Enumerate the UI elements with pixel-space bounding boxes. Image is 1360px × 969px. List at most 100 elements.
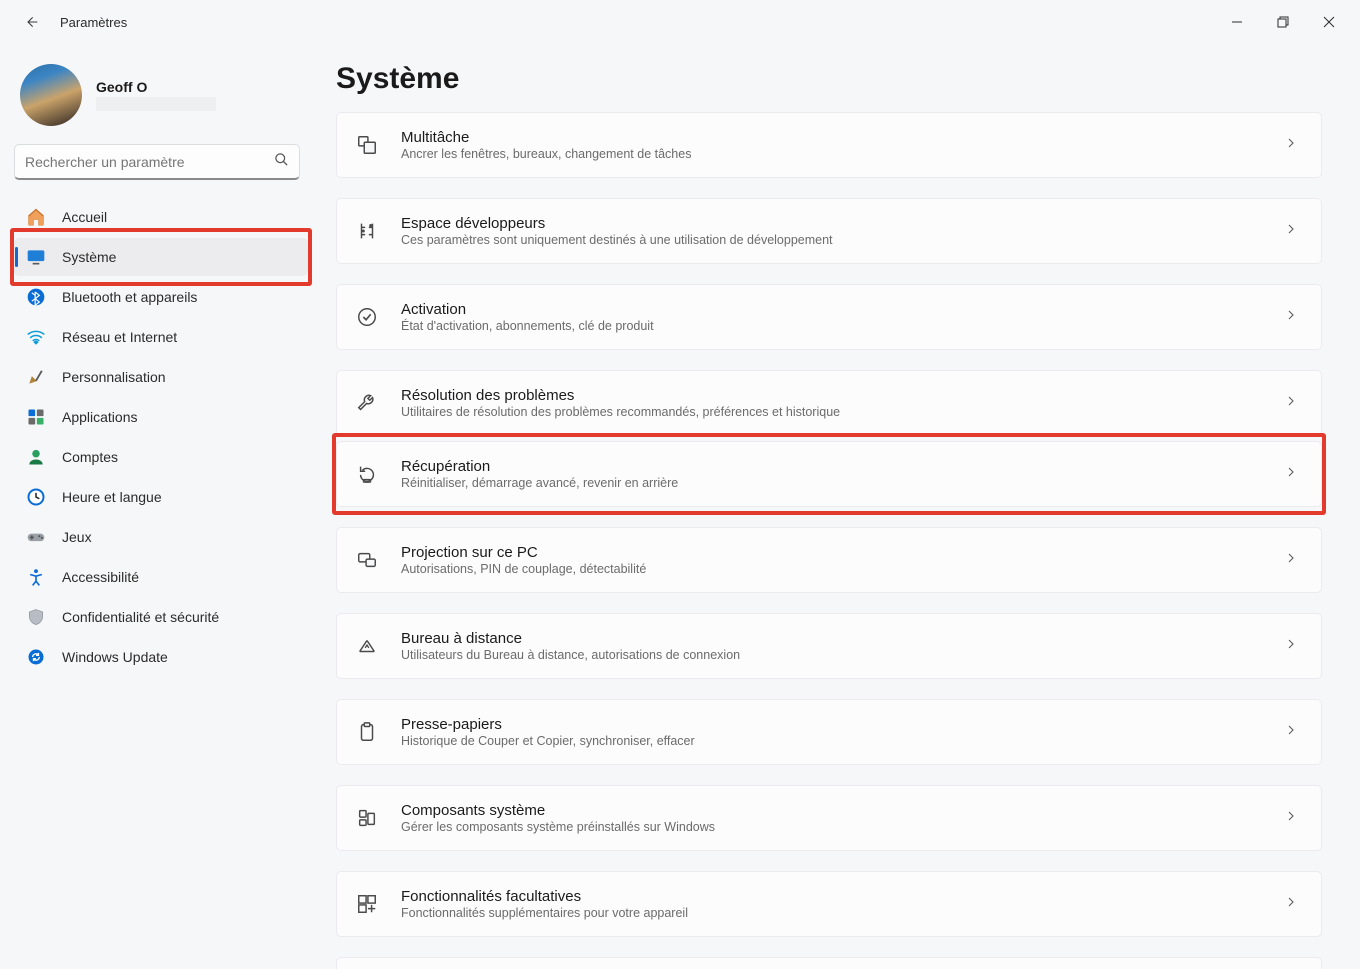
minimize-button[interactable] <box>1214 6 1260 38</box>
sidebar-item-network[interactable]: Réseau et Internet <box>14 318 308 356</box>
settings-item-clipboard[interactable]: Presse-papiers Historique de Couper et C… <box>336 699 1322 765</box>
settings-item-subtitle: Fonctionnalités supplémentaires pour vot… <box>401 906 1261 920</box>
settings-item-title: Projection sur ce PC <box>401 544 1261 561</box>
wifi-icon <box>26 327 46 347</box>
maximize-icon <box>1277 16 1289 28</box>
settings-item-subtitle: Ces paramètres sont uniquement destinés … <box>401 233 1261 247</box>
profile-name: Geoff O <box>96 79 216 95</box>
access-icon <box>26 567 46 587</box>
settings-item-title: Récupération <box>401 458 1261 475</box>
settings-item-trouble[interactable]: Résolution des problèmes Utilitaires de … <box>336 370 1322 436</box>
chevron-right-icon <box>1283 636 1299 657</box>
window-title: Paramètres <box>60 15 127 30</box>
settings-item-components[interactable]: Composants système Gérer les composants … <box>336 785 1322 851</box>
project-icon <box>355 548 379 572</box>
minimize-icon <box>1231 16 1243 28</box>
sidebar-item-system[interactable]: Système <box>14 238 308 276</box>
sidebar-item-apps[interactable]: Applications <box>14 398 308 436</box>
search-icon <box>274 152 289 172</box>
settings-item-subtitle: Utilisateurs du Bureau à distance, autor… <box>401 648 1261 662</box>
monitor-icon <box>26 247 46 267</box>
sidebar: Geoff O Accueil Système Bluetooth et app… <box>0 44 318 969</box>
sidebar-item-label: Système <box>62 249 116 265</box>
sidebar-item-label: Accessibilité <box>62 569 139 585</box>
nav-list: Accueil Système Bluetooth et appareils R… <box>14 198 318 676</box>
clock-icon <box>26 487 46 507</box>
sidebar-item-gaming[interactable]: Jeux <box>14 518 308 556</box>
settings-item-subtitle: Utilitaires de résolution des problèmes … <box>401 405 1261 419</box>
sidebar-item-label: Confidentialité et sécurité <box>62 609 219 625</box>
settings-item-about[interactable]: Informations système Spécifications de l… <box>336 957 1322 969</box>
multitask-icon <box>355 133 379 157</box>
window-controls <box>1214 6 1352 38</box>
maximize-button[interactable] <box>1260 6 1306 38</box>
bluetooth-icon <box>26 287 46 307</box>
titlebar: Paramètres <box>0 0 1360 44</box>
search-field[interactable] <box>25 154 274 170</box>
settings-item-subtitle: État d'activation, abonnements, clé de p… <box>401 319 1261 333</box>
remote-icon <box>355 634 379 658</box>
chevron-right-icon <box>1283 894 1299 915</box>
clipboard-icon <box>355 720 379 744</box>
chevron-right-icon <box>1283 722 1299 743</box>
sidebar-item-label: Jeux <box>62 529 92 545</box>
chevron-right-icon <box>1283 307 1299 328</box>
sidebar-item-privacy[interactable]: Confidentialité et sécurité <box>14 598 308 636</box>
sidebar-item-label: Windows Update <box>62 649 168 665</box>
settings-item-title: Presse-papiers <box>401 716 1261 733</box>
chevron-right-icon <box>1283 464 1299 485</box>
sidebar-item-access[interactable]: Accessibilité <box>14 558 308 596</box>
sidebar-item-label: Heure et langue <box>62 489 162 505</box>
search-input[interactable] <box>14 144 300 180</box>
brush-icon <box>26 367 46 387</box>
home-icon <box>26 207 46 227</box>
profile-block[interactable]: Geoff O <box>14 56 318 144</box>
person-icon <box>26 447 46 467</box>
settings-item-subtitle: Ancrer les fenêtres, bureaux, changement… <box>401 147 1261 161</box>
settings-item-title: Multitâche <box>401 129 1261 146</box>
settings-item-title: Fonctionnalités facultatives <box>401 888 1261 905</box>
chevron-right-icon <box>1283 221 1299 242</box>
update-icon <box>26 647 46 667</box>
settings-item-dev[interactable]: Espace développeurs Ces paramètres sont … <box>336 198 1322 264</box>
dev-icon <box>355 219 379 243</box>
sidebar-item-home[interactable]: Accueil <box>14 198 308 236</box>
settings-item-multitask[interactable]: Multitâche Ancrer les fenêtres, bureaux,… <box>336 112 1322 178</box>
chevron-right-icon <box>1283 550 1299 571</box>
page-title: Système <box>336 62 1322 96</box>
settings-item-project[interactable]: Projection sur ce PC Autorisations, PIN … <box>336 527 1322 593</box>
shield-icon <box>26 607 46 627</box>
sidebar-item-personal[interactable]: Personnalisation <box>14 358 308 396</box>
back-arrow-icon <box>24 14 40 30</box>
recovery-icon <box>355 462 379 486</box>
settings-item-activation[interactable]: Activation État d'activation, abonnement… <box>336 284 1322 350</box>
profile-email <box>96 97 216 111</box>
settings-item-subtitle: Gérer les composants système préinstallé… <box>401 820 1261 834</box>
main-content: Système Multitâche Ancrer les fenêtres, … <box>318 44 1360 969</box>
sidebar-item-bluetooth[interactable]: Bluetooth et appareils <box>14 278 308 316</box>
settings-item-title: Espace développeurs <box>401 215 1261 232</box>
back-button[interactable] <box>22 12 42 32</box>
chevron-right-icon <box>1283 135 1299 156</box>
settings-item-title: Activation <box>401 301 1261 318</box>
sidebar-item-label: Personnalisation <box>62 369 166 385</box>
sidebar-item-label: Réseau et Internet <box>62 329 177 345</box>
settings-item-remote[interactable]: Bureau à distance Utilisateurs du Bureau… <box>336 613 1322 679</box>
optional-icon <box>355 892 379 916</box>
components-icon <box>355 806 379 830</box>
close-button[interactable] <box>1306 6 1352 38</box>
settings-item-optional[interactable]: Fonctionnalités facultatives Fonctionnal… <box>336 871 1322 937</box>
wrench-icon <box>355 391 379 415</box>
sidebar-item-accounts[interactable]: Comptes <box>14 438 308 476</box>
settings-item-subtitle: Autorisations, PIN de couplage, détectab… <box>401 562 1261 576</box>
chevron-right-icon <box>1283 808 1299 829</box>
settings-list: Multitâche Ancrer les fenêtres, bureaux,… <box>336 112 1322 969</box>
settings-item-subtitle: Réinitialiser, démarrage avancé, revenir… <box>401 476 1261 490</box>
sidebar-item-label: Accueil <box>62 209 107 225</box>
sidebar-item-update[interactable]: Windows Update <box>14 638 308 676</box>
settings-item-recovery[interactable]: Récupération Réinitialiser, démarrage av… <box>336 441 1322 507</box>
chevron-right-icon <box>1283 393 1299 414</box>
sidebar-item-time[interactable]: Heure et langue <box>14 478 308 516</box>
avatar <box>20 64 82 126</box>
sidebar-item-label: Comptes <box>62 449 118 465</box>
